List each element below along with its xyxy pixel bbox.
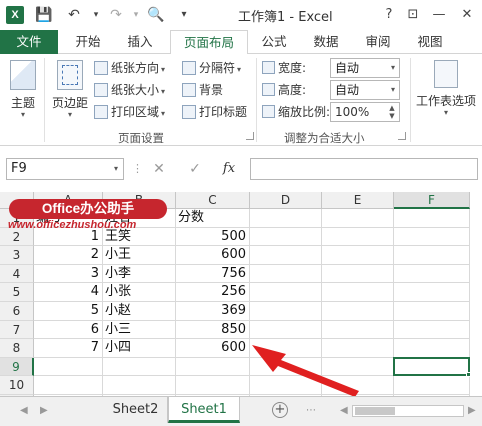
next-sheet-icon[interactable]: ▶ — [40, 405, 48, 416]
sheet-tab-sheet2[interactable]: Sheet2 — [104, 397, 168, 423]
scroll-left-icon[interactable]: ◀ — [340, 405, 348, 416]
scrollbar-thumb[interactable] — [355, 407, 395, 415]
sheet-tab-sheet1[interactable]: Sheet1 — [168, 397, 240, 423]
sheet-tab-bar: ◀ ▶ Sheet2 Sheet1 + ⋯ ◀ ▶ — [0, 396, 482, 426]
prev-sheet-icon[interactable]: ◀ — [20, 405, 28, 416]
scroll-right-icon[interactable]: ▶ — [468, 405, 476, 416]
red-arrow-icon — [252, 345, 359, 397]
add-sheet-icon[interactable]: + — [272, 402, 288, 418]
annotation-arrow — [252, 345, 359, 397]
horizontal-scrollbar[interactable] — [352, 405, 464, 417]
more-options-icon[interactable]: ⋯ — [306, 405, 316, 416]
